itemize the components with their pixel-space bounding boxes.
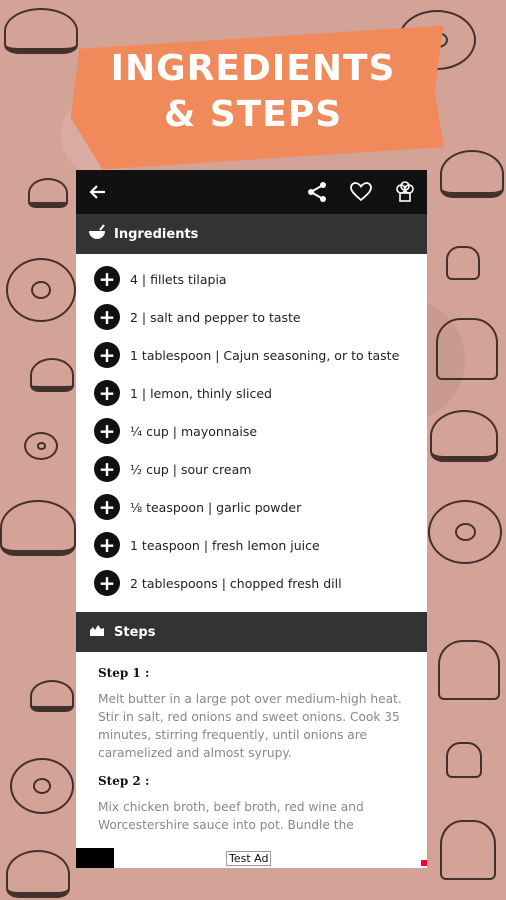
plus-icon[interactable]: + bbox=[94, 380, 120, 406]
croissant-doodle bbox=[430, 410, 498, 462]
list-item[interactable]: + ¼ cup | mayonnaise bbox=[76, 412, 427, 450]
steps-header: Steps bbox=[76, 612, 427, 652]
title-banner: INGREDIENTS & STEPS bbox=[0, 46, 506, 138]
steps-list: Step 1 : Melt butter in a large pot over… bbox=[76, 652, 427, 834]
ingredients-list: +4 | fillets tilapia +2 | salt and peppe… bbox=[76, 254, 427, 612]
list-item[interactable]: + ½ cup | sour cream bbox=[76, 450, 427, 488]
croissant-doodle bbox=[440, 150, 504, 198]
banner-line-2: & STEPS bbox=[163, 94, 343, 135]
list-item[interactable]: + ⅛ teaspoon | garlic powder bbox=[76, 488, 427, 526]
banner-line-1: INGREDIENTS bbox=[110, 48, 396, 89]
step-body: Mix chicken broth, beef broth, red wine … bbox=[98, 800, 364, 832]
heart-icon[interactable] bbox=[349, 180, 373, 204]
ingredient-text: 2 | salt and pepper to taste bbox=[130, 309, 301, 325]
ad-image[interactable] bbox=[76, 848, 114, 868]
ad-banner[interactable]: Test Ad bbox=[76, 848, 427, 868]
ingredient-text: 2 tablespoons | chopped fresh dill bbox=[130, 575, 342, 591]
bowl-icon bbox=[88, 224, 106, 244]
ingredient-text: ½ cup | sour cream bbox=[130, 461, 252, 477]
list-item[interactable]: +1 tablespoon | Cajun seasoning, or to t… bbox=[76, 336, 427, 374]
share-icon[interactable] bbox=[305, 180, 329, 204]
plus-icon[interactable]: + bbox=[94, 532, 120, 558]
plus-icon[interactable]: + bbox=[94, 494, 120, 520]
app-screen: Ingredients +4 | fillets tilapia +2 | sa… bbox=[76, 170, 427, 868]
cupcake-doodle bbox=[440, 820, 496, 880]
plus-icon[interactable]: + bbox=[94, 418, 120, 444]
ingredients-header-label: Ingredients bbox=[114, 226, 199, 242]
croissant-doodle bbox=[30, 680, 74, 712]
cupcake-doodle bbox=[446, 246, 480, 280]
croissant-doodle bbox=[28, 178, 68, 208]
step-body: Melt butter in a large pot over medium-h… bbox=[98, 692, 402, 760]
list-item[interactable]: +2 | salt and pepper to taste bbox=[76, 298, 427, 336]
list-item[interactable]: +1 teaspoon | fresh lemon juice bbox=[76, 526, 427, 564]
ingredient-text: 1 | lemon, thinly sliced bbox=[130, 385, 272, 401]
donut-doodle bbox=[24, 432, 58, 460]
plus-icon[interactable]: + bbox=[94, 304, 120, 330]
plus-icon[interactable]: + bbox=[94, 266, 120, 292]
list-item[interactable]: +2 tablespoons | chopped fresh dill bbox=[76, 564, 427, 602]
cupcake-doodle bbox=[438, 640, 500, 700]
ad-choices-icon[interactable] bbox=[421, 860, 427, 866]
app-bar bbox=[76, 170, 427, 214]
ingredient-text: ¼ cup | mayonnaise bbox=[130, 423, 258, 439]
donut-doodle bbox=[10, 758, 74, 814]
app-bar-actions bbox=[305, 180, 417, 204]
chef-hat-icon[interactable] bbox=[393, 180, 417, 204]
croissant-doodle bbox=[30, 358, 74, 392]
arrow-left-icon[interactable] bbox=[86, 180, 110, 204]
ingredient-text: 1 tablespoon | Cajun seasoning, or to ta… bbox=[130, 347, 400, 363]
list-item[interactable]: +1 | lemon, thinly sliced bbox=[76, 374, 427, 412]
plus-icon[interactable]: + bbox=[94, 570, 120, 596]
cupcake-doodle bbox=[436, 318, 498, 380]
ingredient-text: ⅛ teaspoon | garlic powder bbox=[130, 499, 302, 515]
ingredients-header: Ingredients bbox=[76, 214, 427, 254]
ad-label[interactable]: Test Ad bbox=[226, 850, 272, 866]
plus-icon[interactable]: + bbox=[94, 342, 120, 368]
croissant-doodle bbox=[6, 850, 70, 898]
step-title: Step 2 : bbox=[98, 774, 150, 788]
croissant-doodle bbox=[0, 500, 76, 556]
plus-icon[interactable]: + bbox=[94, 456, 120, 482]
steps-icon bbox=[88, 622, 106, 642]
ingredient-text: 4 | fillets tilapia bbox=[130, 271, 227, 287]
steps-header-label: Steps bbox=[114, 624, 156, 640]
donut-doodle bbox=[6, 258, 76, 322]
ingredient-text: 1 teaspoon | fresh lemon juice bbox=[130, 537, 320, 553]
step-title: Step 1 : bbox=[98, 666, 150, 680]
cupcake-doodle bbox=[446, 742, 482, 778]
list-item[interactable]: +4 | fillets tilapia bbox=[76, 260, 427, 298]
donut-doodle bbox=[428, 500, 502, 564]
